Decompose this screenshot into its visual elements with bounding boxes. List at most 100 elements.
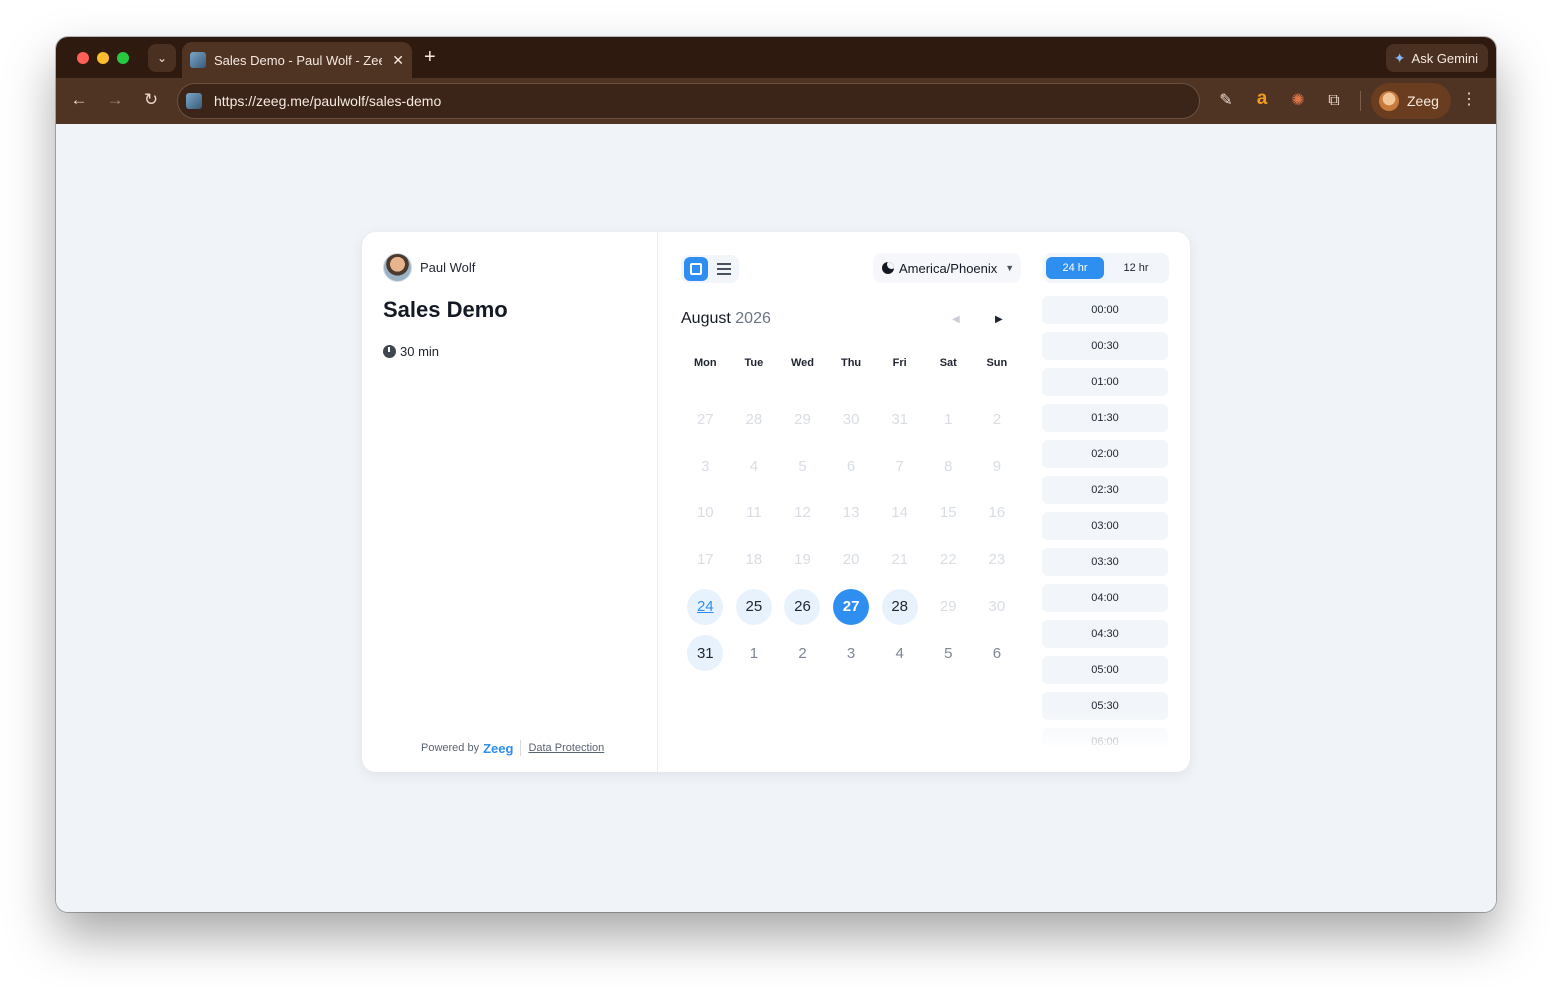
time-slot-button[interactable]: 02:00 bbox=[1042, 440, 1168, 468]
time-slot-button[interactable]: 05:00 bbox=[1042, 656, 1168, 684]
weekday-header: Mon Tue Wed Thu Fri Sat Sun bbox=[681, 357, 1023, 369]
view-toggle bbox=[681, 255, 739, 283]
host-name: Paul Wolf bbox=[420, 260, 476, 275]
time-slot-list[interactable]: 00:00 00:30 01:00 01:30 02:00 02:30 03:00 03:30… bbox=[1042, 296, 1168, 750]
page-title: Sales Demo bbox=[383, 297, 508, 322]
calendar-day-label: 12 bbox=[794, 504, 811, 522]
time-slot-button[interactable]: 06:00 bbox=[1042, 728, 1168, 750]
calendar-day[interactable]: 31 bbox=[681, 630, 730, 677]
calendar-day-label: 25 bbox=[735, 588, 772, 625]
calendar-day: 5 bbox=[778, 443, 827, 490]
ask-gemini-button[interactable]: ✦ Ask Gemini bbox=[1385, 44, 1488, 72]
time-slot-button[interactable]: 00:00 bbox=[1042, 296, 1168, 324]
calendar-day-label: 9 bbox=[992, 457, 1002, 475]
next-month-icon[interactable]: ▶ bbox=[995, 312, 1003, 328]
calendar-grid: 27 28 29 30 31 1 2 3 4 5 6 7 8 9 10 11 12 13 14 15 16 17 18 19 2… bbox=[681, 396, 1023, 677]
claude-extension-icon[interactable]: ✺ bbox=[1287, 90, 1309, 112]
time-slot-button[interactable]: 01:00 bbox=[1042, 368, 1168, 396]
prev-month-icon[interactable]: ◀ bbox=[952, 312, 960, 328]
tab-close-icon[interactable]: ✕ bbox=[392, 52, 404, 69]
weekday-label: Thu bbox=[840, 357, 862, 369]
calendar-day-label: 19 bbox=[794, 551, 811, 569]
calendar-day: 9 bbox=[973, 443, 1022, 490]
card-footer: Powered by Zeeg Data Protection bbox=[421, 740, 604, 756]
time-slot-button[interactable]: 01:30 bbox=[1042, 404, 1168, 432]
browser-menu-icon[interactable]: ⋮ bbox=[1461, 89, 1477, 109]
timezone-select[interactable]: America/Phoenix ▼ bbox=[873, 253, 1021, 283]
extensions-puzzle-icon[interactable]: ⧉ bbox=[1323, 90, 1345, 112]
tab-title: Sales Demo - Paul Wolf - Zeeg bbox=[214, 52, 383, 68]
time-slot-button[interactable]: 03:30 bbox=[1042, 548, 1168, 576]
calendar-day: 10 bbox=[681, 490, 730, 537]
calendar-day[interactable]: 24 bbox=[681, 583, 730, 630]
calendar-day-label: 4 bbox=[749, 457, 759, 475]
close-window-button[interactable] bbox=[77, 52, 89, 64]
calendar-day: 19 bbox=[778, 536, 827, 583]
calendar-day-label: 8 bbox=[944, 457, 953, 475]
maximize-window-button[interactable] bbox=[117, 52, 129, 64]
time-slot-button[interactable]: 04:00 bbox=[1042, 584, 1168, 612]
time-slot-button[interactable]: 05:30 bbox=[1042, 692, 1168, 720]
calendar-day-label: 23 bbox=[988, 551, 1006, 569]
weekday-label: Wed bbox=[790, 357, 814, 369]
ask-gemini-label: Ask Gemini bbox=[1411, 50, 1478, 66]
time-slot-button[interactable]: 02:30 bbox=[1042, 476, 1168, 504]
list-view-button[interactable] bbox=[712, 257, 736, 281]
reload-icon[interactable]: ↻ bbox=[140, 90, 162, 110]
calendar-day-label: 17 bbox=[696, 551, 714, 569]
active-tab[interactable]: Sales Demo - Paul Wolf - Zeeg ✕ bbox=[182, 42, 412, 78]
url-text[interactable]: https://zeeg.me/paulwolf/sales-demo bbox=[214, 93, 441, 109]
tab-search-button[interactable]: ⌄ bbox=[148, 44, 176, 72]
eyedropper-extension-icon[interactable]: ✎ bbox=[1215, 90, 1237, 112]
zeeg-brand-link[interactable]: Zeeg bbox=[483, 741, 513, 756]
calendar-day: 15 bbox=[924, 490, 973, 537]
calendar-day[interactable]: 26 bbox=[778, 583, 827, 630]
calendar-day: 7 bbox=[875, 443, 924, 490]
calendar-day-label: 11 bbox=[746, 504, 762, 522]
minimize-window-button[interactable] bbox=[97, 52, 109, 64]
calendar-day-label: 14 bbox=[891, 504, 909, 522]
back-arrow-icon[interactable]: ← bbox=[68, 90, 90, 110]
powered-by-label: Powered by bbox=[421, 742, 480, 754]
calendar-day-label: 21 bbox=[891, 551, 909, 569]
calendar-day: 13 bbox=[827, 490, 876, 537]
calendar-day-label: 18 bbox=[745, 551, 763, 569]
forward-arrow-icon[interactable]: → bbox=[104, 90, 126, 110]
weekday-label: Mon bbox=[693, 357, 717, 369]
clock-icon bbox=[383, 345, 396, 358]
address-bar[interactable]: https://zeeg.me/paulwolf/sales-demo bbox=[177, 83, 1200, 119]
tab-favicon-icon bbox=[190, 52, 206, 68]
calendar-day: 30 bbox=[827, 396, 876, 443]
avatar bbox=[383, 253, 412, 282]
format-24hr-button[interactable]: 24 hr bbox=[1046, 257, 1104, 279]
profile-avatar bbox=[1379, 91, 1399, 111]
data-protection-link[interactable]: Data Protection bbox=[528, 742, 604, 754]
calendar-day: 3 bbox=[681, 443, 730, 490]
profile-button[interactable]: Zeeg bbox=[1371, 83, 1451, 119]
calendar-day-label: 2 bbox=[798, 644, 807, 662]
globe-icon bbox=[882, 262, 894, 274]
time-slot-button[interactable]: 04:30 bbox=[1042, 620, 1168, 648]
calendar-day: 21 bbox=[875, 536, 924, 583]
calendar-day[interactable]: 25 bbox=[730, 583, 779, 630]
time-format-toggle: 24 hr 12 hr bbox=[1043, 253, 1169, 283]
time-slot-button[interactable]: 03:00 bbox=[1042, 512, 1168, 540]
browser-window: ⌄ Sales Demo - Paul Wolf - Zeeg ✕ + ✦ As… bbox=[56, 37, 1496, 912]
time-slot-button[interactable]: 00:30 bbox=[1042, 332, 1168, 360]
calendar-day-label: 30 bbox=[842, 410, 860, 428]
calendar-day: 2 bbox=[778, 630, 827, 677]
calendar-day[interactable]: 27 bbox=[827, 583, 876, 630]
page-content: Paul Wolf Sales Demo 30 min Powered by Z… bbox=[56, 124, 1496, 912]
weekday-label: Sat bbox=[939, 357, 957, 369]
duration-label: 30 min bbox=[400, 344, 440, 359]
timezone-label: America/Phoenix bbox=[899, 260, 998, 276]
booking-card: Paul Wolf Sales Demo 30 min Powered by Z… bbox=[362, 232, 1190, 772]
calendar-view-button[interactable] bbox=[684, 257, 708, 281]
new-tab-button[interactable]: + bbox=[424, 45, 436, 69]
amazon-extension-icon[interactable]: a bbox=[1251, 88, 1273, 110]
calendar-day: 4 bbox=[875, 630, 924, 677]
calendar-day: 6 bbox=[827, 443, 876, 490]
format-12hr-button[interactable]: 12 hr bbox=[1107, 257, 1165, 279]
calendar-day[interactable]: 28 bbox=[875, 583, 924, 630]
calendar-day: 16 bbox=[973, 490, 1022, 537]
